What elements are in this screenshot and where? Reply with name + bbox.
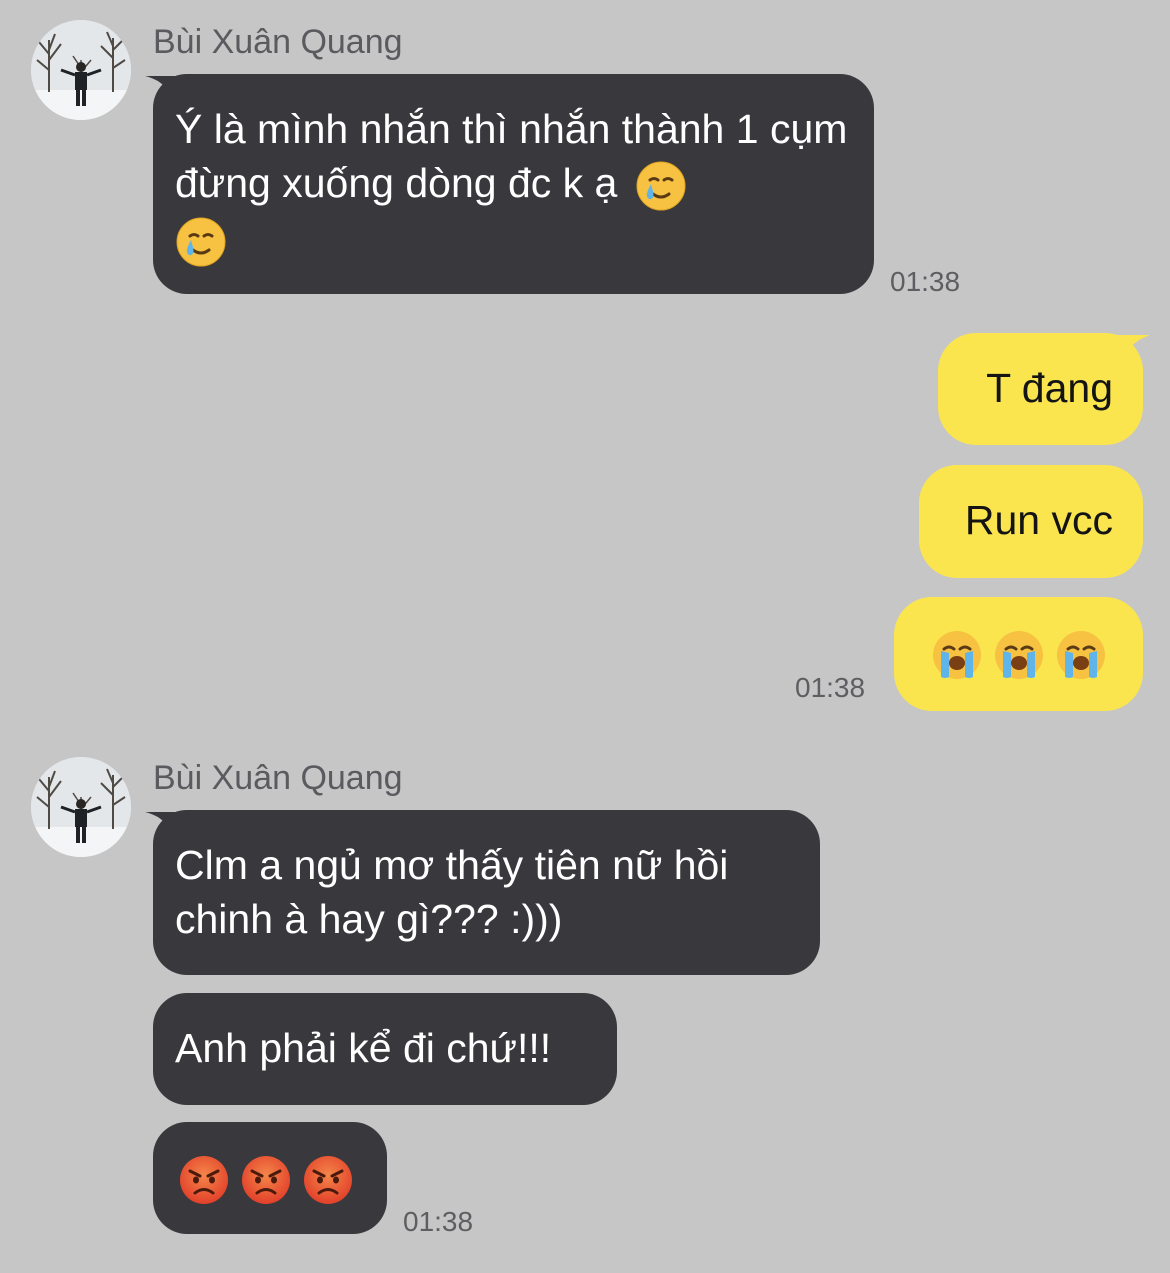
smiling-face-with-tear-icon [175,216,227,268]
incoming-message[interactable]: Clm a ngủ mơ thấy tiên nữ hồi chinh à ha… [153,810,820,975]
sender-avatar[interactable] [31,757,131,857]
incoming-emoji-message[interactable] [153,1122,387,1234]
sender-avatar[interactable] [31,20,131,120]
angry-face-icon [240,1154,292,1206]
outgoing-message[interactable]: Run vcc [919,465,1143,578]
sender-name: Bùi Xuân Quang [153,23,403,61]
outgoing-emoji-message[interactable] [894,597,1143,711]
incoming-message[interactable]: Anh phải kể đi chứ!!! [153,993,617,1105]
angry-face-icon [302,1154,354,1206]
outgoing-message[interactable]: T đang [938,333,1143,445]
sender-name: Bùi Xuân Quang [153,759,403,797]
message-text: Anh phải kể đi chứ!!! [175,1025,552,1071]
message-timestamp: 01:38 [890,266,961,297]
incoming-message[interactable]: Ý là mình nhắn thì nhắn thành 1 cụm đừng… [153,74,874,294]
loudly-crying-face-icon [993,629,1045,681]
message-text: Ý là mình nhắn thì nhắn thành 1 cụm đừng… [175,106,848,206]
loudly-crying-face-icon [1055,629,1107,681]
message-timestamp: 01:38 [795,672,866,703]
angry-face-icon [178,1154,230,1206]
message-text: Run vcc [964,497,1113,543]
avatar-photo [31,757,131,857]
loudly-crying-face-icon [931,629,983,681]
message-text: Clm a ngủ mơ thấy tiên nữ hồi chinh à ha… [175,842,729,942]
message-text: T đang [986,365,1113,411]
smiling-face-with-tear-icon [635,160,687,212]
message-timestamp: 01:38 [403,1206,474,1237]
avatar-photo [31,20,131,120]
